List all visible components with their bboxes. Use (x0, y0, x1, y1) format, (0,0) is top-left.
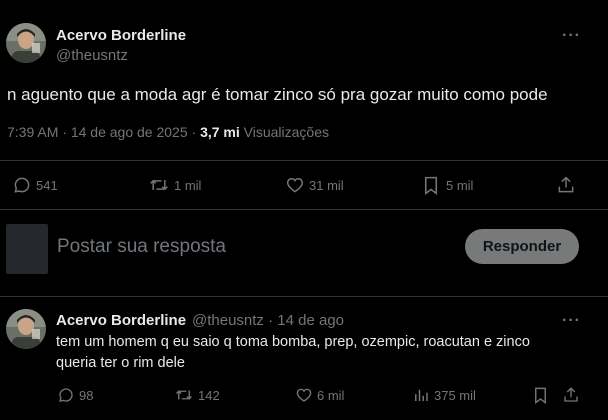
reply-button[interactable]: 541 (12, 175, 58, 195)
meta-separator: · (268, 312, 274, 329)
author-handle[interactable]: @theusntz (56, 47, 128, 64)
reply-input[interactable]: Postar sua resposta (57, 236, 226, 258)
reply-text-line: queria ter o rim dele (56, 355, 185, 371)
author-name[interactable]: Acervo Borderline (56, 27, 186, 44)
repost-count: 142 (198, 387, 220, 403)
reply-author-name[interactable]: Acervo Borderline (56, 312, 186, 329)
views-count: 375 mil (434, 387, 476, 403)
repost-count: 1 mil (174, 177, 202, 193)
views-icon (415, 389, 428, 401)
tweet-detail-page: Acervo Borderline @theusntz ··· n aguent… (0, 0, 608, 420)
reply-author-meta: @theusntz · 14 de ago (192, 312, 344, 329)
reply-count: 98 (79, 387, 94, 403)
repost-button[interactable]: 1 mil (148, 175, 201, 195)
like-button[interactable]: 6 mil (295, 386, 344, 404)
more-icon[interactable]: ··· (562, 27, 581, 45)
reply-author-avatar[interactable] (6, 309, 46, 349)
tweet-text: n aguento que a moda agr é tomar zinco s… (7, 85, 548, 104)
reply-date[interactable]: 14 de ago (277, 312, 344, 329)
tweet-meta: 7:39 AM · 14 de ago de 2025 · 3,7 mi Vis… (7, 124, 329, 140)
meta-separator: · (191, 124, 197, 140)
share-button[interactable] (556, 175, 576, 195)
share-icon (564, 387, 578, 402)
like-button[interactable]: 31 mil (285, 175, 344, 195)
tweet-time[interactable]: 7:39 AM (7, 124, 58, 140)
reply-submit-button[interactable]: Responder (465, 229, 579, 264)
bookmark-icon (535, 387, 546, 405)
reply-author-handle[interactable]: @theusntz (192, 312, 264, 329)
like-count: 31 mil (309, 177, 344, 193)
like-icon (286, 177, 304, 193)
views-button[interactable]: 375 mil (412, 386, 476, 404)
bookmark-button[interactable] (532, 386, 549, 405)
divider (0, 209, 608, 210)
reply-button[interactable]: 98 (57, 386, 93, 404)
current-user-avatar (6, 224, 48, 274)
repost-button[interactable]: 142 (174, 386, 220, 404)
reply-text-line: tem um homem q eu saio q toma bomba, pre… (56, 334, 530, 350)
bookmark-count: 5 mil (446, 178, 474, 193)
share-button[interactable] (562, 386, 580, 404)
share-icon (558, 176, 574, 193)
reply-icon (14, 177, 30, 193)
like-icon (296, 388, 312, 402)
divider (0, 296, 608, 297)
more-icon[interactable]: ··· (562, 312, 581, 330)
reply-count: 541 (36, 177, 58, 193)
divider (0, 160, 608, 161)
tweet-date[interactable]: 14 de ago de 2025 (71, 124, 188, 140)
repost-icon (150, 179, 168, 191)
meta-separator: · (62, 124, 67, 140)
reply-icon (59, 388, 73, 402)
bookmark-button[interactable]: 5 mil (422, 175, 473, 196)
repost-icon (176, 390, 192, 400)
bookmark-icon (424, 176, 438, 195)
views-label: Visualizações (243, 124, 330, 140)
like-count: 6 mil (317, 387, 345, 403)
author-avatar[interactable] (6, 23, 46, 63)
views-count[interactable]: 3,7 mi (200, 124, 240, 140)
